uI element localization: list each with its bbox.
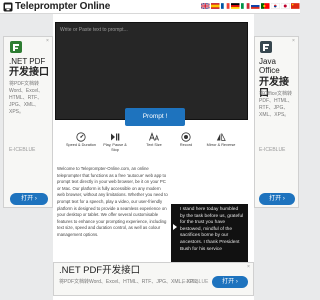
pdf-icon — [10, 41, 22, 53]
ad-close-icon[interactable]: × — [291, 39, 296, 44]
language-flags — [201, 3, 300, 9]
mirror-reverse-label: Mirror & Reverse — [206, 143, 236, 147]
speed-duration-label: Speed & Duration — [66, 143, 96, 147]
jp-flag-icon[interactable] — [281, 3, 290, 9]
ad-right-description: 将Office文档转PDF、HTML、RTF、JPG、XML、XPS。 — [259, 91, 293, 118]
uk-flag-icon[interactable] — [201, 3, 210, 9]
speedometer-icon — [76, 132, 86, 142]
kr-flag-icon[interactable] — [271, 3, 280, 9]
text-size-control[interactable]: Text Size — [143, 132, 165, 148]
ad-left-open-button[interactable]: 打开 › — [10, 193, 48, 205]
ad-right-title: Java Office — [259, 57, 280, 75]
ad-left-description: 将PDF文档转Word、Excel、HTML、RTF、JPG、XML、XPS。 — [9, 81, 44, 115]
site-header: Teleprompter Online — [0, 0, 300, 14]
pt-flag-icon[interactable] — [261, 3, 270, 9]
fr-flag-icon[interactable] — [221, 3, 230, 9]
ad-close-icon[interactable]: × — [246, 265, 251, 270]
ad-bottom-open-button[interactable]: 打开 › — [212, 276, 248, 288]
ad-right[interactable]: × Java Office 开发接口 将Office文档转PDF、HTML、RT… — [254, 36, 299, 208]
logo-icon[interactable] — [3, 2, 13, 12]
ad-left-title: .NET PDF — [9, 57, 46, 66]
ad-close-icon[interactable]: × — [45, 39, 50, 44]
ad-right-open-button[interactable]: 打开 › — [259, 193, 295, 205]
record-icon — [181, 132, 191, 142]
ad-left[interactable]: × .NET PDF 开发接口 将PDF文档转Word、Excel、HTML、R… — [3, 36, 53, 208]
mirror-reverse-control[interactable]: Mirror & Reverse — [205, 132, 237, 148]
play-pause-stop-control[interactable]: Play, Pause & Stop — [101, 132, 129, 153]
ad-left-brand: E-ICEBLUE — [9, 147, 36, 153]
cn-flag-icon[interactable] — [291, 3, 300, 9]
record-label: Record — [179, 143, 193, 147]
ad-bottom-brand: E-ICEBLUE — [182, 279, 209, 285]
ad-bottom[interactable]: × .NET PDF开发接口 将PDF文档转Word、Excel、HTML、RT… — [53, 262, 254, 296]
record-control[interactable]: Record — [175, 132, 197, 148]
site-title[interactable]: Teleprompter Online — [15, 1, 110, 12]
de-flag-icon[interactable] — [231, 3, 240, 9]
java-office-icon — [260, 41, 272, 53]
play-pause-icon — [111, 133, 120, 141]
prompt-text-editor[interactable]: Write or Paste text to prompt... — [55, 22, 248, 120]
text-size-icon — [149, 132, 159, 141]
text-size-label: Text Size — [146, 143, 162, 147]
main-content: Write or Paste text to prompt... Prompt … — [53, 14, 254, 300]
ru-flag-icon[interactable] — [251, 3, 260, 9]
it-flag-icon[interactable] — [241, 3, 250, 9]
intro-article: Welcome to Teleprompter-Online.com, an o… — [57, 166, 168, 237]
ad-bottom-title: .NET PDF开发接口 — [59, 265, 141, 276]
editor-placeholder[interactable]: Write or Paste text to prompt... — [60, 27, 128, 33]
prompt-button-label: Prompt ! — [142, 113, 168, 120]
play-pause-stop-label: Play, Pause & Stop — [103, 143, 127, 152]
ad-left-heading: 开发接口 — [9, 67, 49, 78]
prompt-button[interactable]: Prompt ! — [125, 108, 185, 126]
mirror-icon — [216, 133, 226, 141]
teleprompter-preview-text: I stand here today humbled by the task b… — [180, 207, 244, 252]
speed-duration-control[interactable]: Speed & Duration — [65, 132, 97, 148]
es-flag-icon[interactable] — [211, 3, 220, 9]
ad-right-brand: E-ICEBLUE — [259, 147, 286, 153]
reading-marker-icon — [173, 224, 177, 230]
